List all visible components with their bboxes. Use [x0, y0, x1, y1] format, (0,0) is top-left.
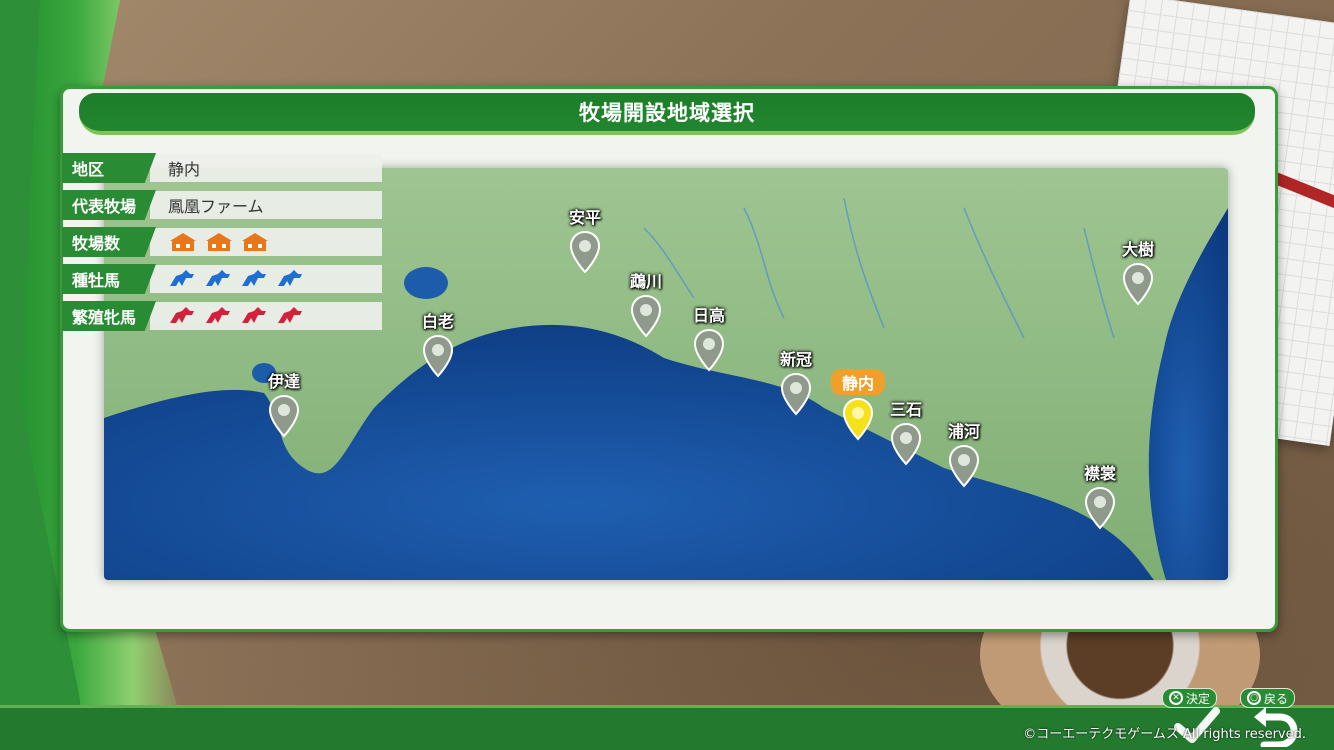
- representative-farm-value: 鳳凰ファーム: [150, 191, 382, 219]
- region-marker-erimo[interactable]: 襟裳: [1080, 460, 1120, 534]
- region-name: 新冠: [779, 350, 812, 369]
- region-name: 伊達: [267, 372, 300, 391]
- region-marker-mukawa[interactable]: 鵡川: [626, 268, 666, 342]
- region-name: 三石: [889, 400, 922, 419]
- region-name: 大樹: [1121, 240, 1154, 259]
- title-bar: 牧場開設地域選択: [79, 93, 1255, 135]
- info-row-representative-farm: 代表牧場 鳳凰ファーム: [62, 190, 382, 220]
- broodmares-label: 繁殖牝馬: [62, 301, 156, 331]
- stallions-label: 種牡馬: [62, 264, 156, 294]
- farm-count-icons: [150, 228, 382, 256]
- stallion-horse-icon: [242, 270, 266, 286]
- region-marker-mitsuishi[interactable]: 三石: [886, 396, 926, 470]
- info-row-stallions: 種牡馬: [62, 264, 382, 294]
- region-marker-abira[interactable]: 安平: [565, 204, 605, 278]
- stallion-horse-icon: [278, 270, 302, 286]
- info-row-broodmares: 繁殖牝馬: [62, 301, 382, 331]
- region-marker-urakawa[interactable]: 浦河: [944, 418, 984, 492]
- farm-house-icon: [242, 233, 268, 251]
- info-row-district: 地区 静内: [62, 153, 382, 183]
- circle-button-icon: ○: [1247, 691, 1261, 705]
- region-name: 襟裳: [1083, 464, 1116, 483]
- region-marker-niikappu[interactable]: 新冠: [776, 346, 816, 420]
- map-pin-icon: [693, 328, 725, 372]
- copyright-notice: ©コーエーテクモゲームス All rights reserved.: [1023, 727, 1306, 742]
- mare-horse-icon: [206, 307, 230, 323]
- farm-count-icon-row: [170, 233, 268, 251]
- mare-horse-icon: [242, 307, 266, 323]
- page-title: 牧場開設地域選択: [579, 101, 755, 125]
- farm-house-icon: [170, 233, 196, 251]
- region-name: 静内: [831, 369, 885, 395]
- selected-map-pin-icon: [842, 397, 874, 441]
- cross-button-icon: ✕: [1169, 691, 1183, 705]
- region-marker-shiraoi[interactable]: 白老: [418, 308, 458, 382]
- mare-icons: [150, 302, 382, 330]
- map-pin-icon: [1122, 262, 1154, 306]
- stallion-horse-icon: [206, 270, 230, 286]
- representative-farm-label: 代表牧場: [62, 190, 156, 220]
- region-name: 鵡川: [629, 272, 662, 291]
- map-pin-icon: [948, 444, 980, 488]
- region-marker-taiki[interactable]: 大樹: [1118, 236, 1158, 310]
- mare-horse-icon: [170, 307, 194, 323]
- district-value: 静内: [150, 154, 382, 182]
- map-pin-icon: [569, 230, 601, 274]
- district-label: 地区: [62, 153, 156, 183]
- mare-horse-icon: [278, 307, 302, 323]
- region-marker-shizunai[interactable]: 静内: [831, 369, 885, 445]
- region-name: 浦河: [947, 422, 980, 441]
- region-marker-date[interactable]: 伊達: [264, 368, 304, 442]
- farm-house-icon: [206, 233, 232, 251]
- confirm-hint-label: 決定: [1186, 691, 1211, 706]
- region-info-list: 地区 静内 代表牧場 鳳凰ファーム 牧場数 種牡馬 繁殖牝馬: [62, 153, 382, 338]
- map-pin-icon: [422, 334, 454, 378]
- stallion-icons: [150, 265, 382, 293]
- map-pin-icon: [630, 294, 662, 338]
- map-pin-icon: [890, 422, 922, 466]
- mare-icon-row: [170, 307, 302, 323]
- back-hint-label: 戻る: [1264, 691, 1289, 706]
- farm-count-label: 牧場数: [62, 227, 156, 257]
- stallion-icon-row: [170, 270, 302, 286]
- region-marker-hidaka[interactable]: 日高: [689, 302, 729, 376]
- stallion-horse-icon: [170, 270, 194, 286]
- region-name: 安平: [568, 208, 601, 227]
- region-name: 白老: [421, 312, 454, 331]
- map-pin-icon: [780, 372, 812, 416]
- region-name: 日高: [692, 306, 725, 325]
- info-row-farm-count: 牧場数: [62, 227, 382, 257]
- map-pin-icon: [1084, 486, 1116, 530]
- map-pin-icon: [268, 394, 300, 438]
